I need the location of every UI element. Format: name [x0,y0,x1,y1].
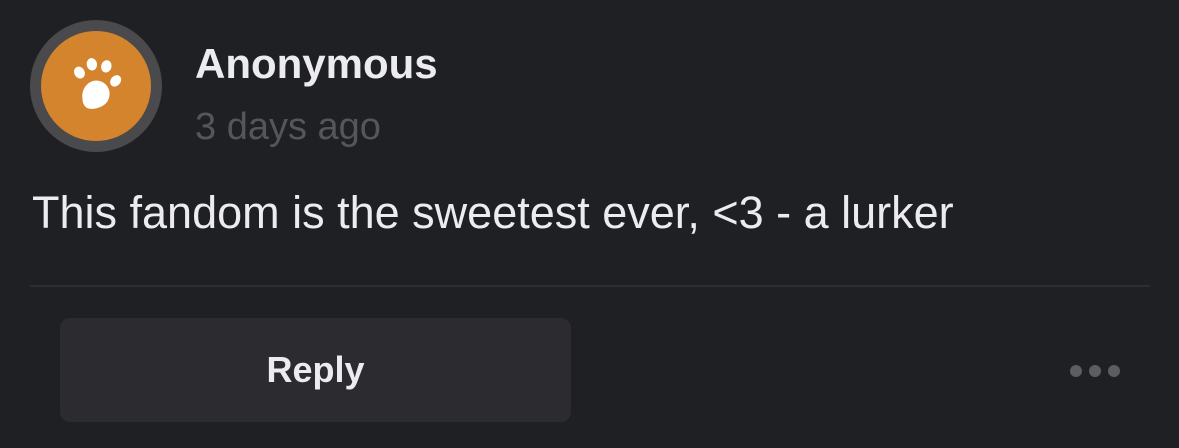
more-horizontal-icon [1070,365,1082,377]
comment-timestamp: 3 days ago [195,106,381,148]
more-options-button[interactable] [1062,350,1128,392]
divider [30,285,1150,287]
paw-icon [74,58,122,109]
comment-card: Anonymous 3 days ago This fandom is the … [0,0,1179,448]
avatar-circle [41,31,151,141]
avatar[interactable] [30,20,162,152]
author-name[interactable]: Anonymous [195,40,438,88]
more-horizontal-icon-dot [1108,365,1120,377]
comment-text: This fandom is the sweetest ever, <3 - a… [32,187,954,238]
reply-button-label: Reply [266,349,365,390]
more-horizontal-icon-dot [1089,365,1101,377]
reply-button[interactable]: Reply [60,318,571,422]
